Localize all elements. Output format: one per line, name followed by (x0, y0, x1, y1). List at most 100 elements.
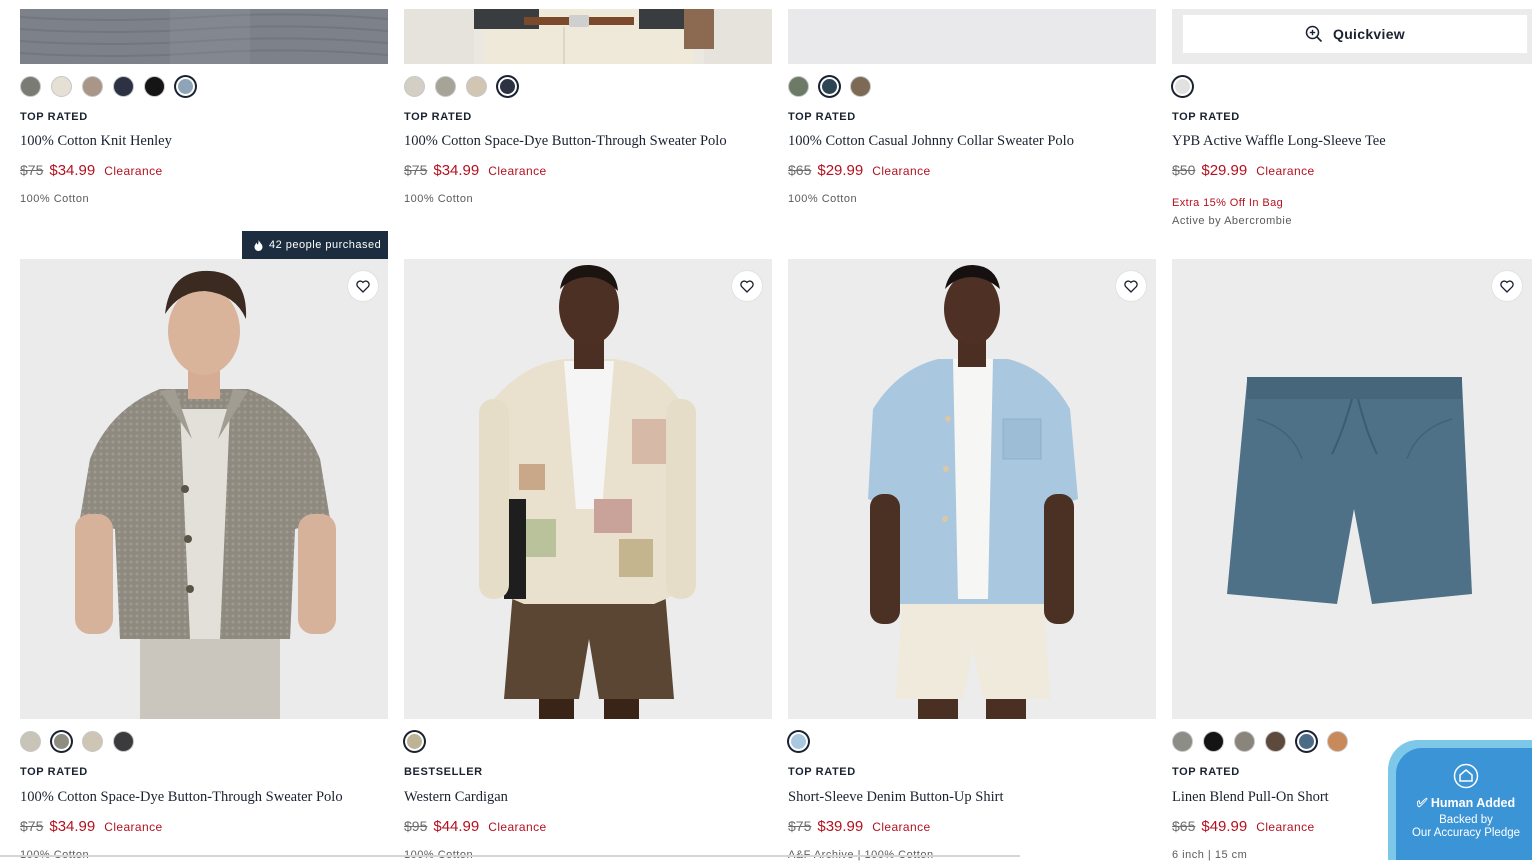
sale-price: $49.99 (1201, 818, 1248, 835)
clearance-label: Clearance (1256, 820, 1315, 834)
color-swatch[interactable] (466, 76, 487, 97)
product-badge: TOP RATED (20, 766, 88, 778)
color-swatches (788, 731, 809, 752)
color-swatches (20, 76, 196, 97)
product-badge: TOP RATED (20, 111, 88, 123)
product-image[interactable] (788, 9, 1156, 64)
original-price: $95 (404, 818, 428, 834)
color-swatch[interactable] (404, 76, 425, 97)
clearance-label: Clearance (1256, 164, 1315, 178)
product-image[interactable] (1172, 259, 1532, 719)
product-image[interactable] (404, 259, 772, 719)
original-price: $65 (1172, 818, 1196, 834)
product-image[interactable] (404, 9, 772, 64)
color-swatch[interactable] (850, 76, 871, 97)
product-badge: TOP RATED (1172, 111, 1240, 123)
check-circle-icon: ✅︎ (1416, 796, 1428, 810)
product-image[interactable] (20, 259, 388, 719)
product-name[interactable]: 100% Cotton Space-Dye Button-Through Swe… (404, 133, 727, 150)
price-row: $65 $29.99 Clearance (788, 162, 931, 179)
color-swatch[interactable] (82, 731, 103, 752)
product-badge: BESTSELLER (404, 766, 483, 778)
wishlist-button[interactable] (348, 271, 378, 301)
color-swatch[interactable] (788, 731, 809, 752)
product-badge: TOP RATED (404, 111, 472, 123)
clearance-label: Clearance (104, 164, 163, 178)
pledge-line-2: Our Accuracy Pledge (1411, 827, 1521, 839)
original-price: $75 (20, 818, 44, 834)
product-material: 100% Cotton (788, 193, 858, 205)
color-swatch[interactable] (788, 76, 809, 97)
zoom-in-icon (1305, 25, 1323, 43)
wishlist-button[interactable] (732, 271, 762, 301)
pledge-text: Backed by Our Accuracy Pledge (1396, 814, 1532, 840)
product-name[interactable]: YPB Active Waffle Long-Sleeve Tee (1172, 133, 1386, 150)
wishlist-button[interactable] (1492, 271, 1522, 301)
product-badge: TOP RATED (788, 111, 856, 123)
color-swatch[interactable] (144, 76, 165, 97)
product-badge: TOP RATED (1172, 766, 1240, 778)
color-swatch[interactable] (113, 731, 134, 752)
color-swatch[interactable] (1234, 731, 1255, 752)
color-swatch[interactable] (113, 76, 134, 97)
product-name[interactable]: Linen Blend Pull-On Short (1172, 789, 1329, 806)
color-swatch[interactable] (404, 731, 425, 752)
original-price: $65 (788, 162, 812, 178)
price-row: $65 $49.99 Clearance (1172, 818, 1315, 835)
pledge-title: Human Added (1430, 796, 1516, 810)
wishlist-button[interactable] (1116, 271, 1146, 301)
color-swatches (1172, 76, 1193, 97)
product-image[interactable] (788, 259, 1156, 719)
product-name[interactable]: 100% Cotton Casual Johnny Collar Sweater… (788, 133, 1074, 150)
price-row: $50 $29.99 Clearance (1172, 162, 1315, 179)
heart-icon (1124, 279, 1138, 293)
product-badge: TOP RATED (788, 766, 856, 778)
color-swatch[interactable] (20, 76, 41, 97)
color-swatch[interactable] (51, 731, 72, 752)
color-swatches (404, 76, 518, 97)
color-swatch[interactable] (1203, 731, 1224, 752)
sale-price: $34.99 (49, 818, 96, 835)
quickview-label: Quickview (1333, 26, 1405, 42)
color-swatches (404, 731, 425, 752)
color-swatches (20, 731, 134, 752)
pledge-line-1: Backed by (1439, 814, 1493, 826)
color-swatch[interactable] (819, 76, 840, 97)
color-swatch[interactable] (1172, 76, 1193, 97)
sale-price: $39.99 (817, 818, 864, 835)
sale-price: $34.99 (49, 162, 96, 179)
color-swatch[interactable] (1265, 731, 1286, 752)
accuracy-pledge-widget[interactable]: ✅︎ Human Added Backed by Our Accuracy Pl… (1396, 748, 1532, 860)
color-swatch[interactable] (51, 76, 72, 97)
price-row: $75 $34.99 Clearance (404, 162, 547, 179)
clearance-label: Clearance (872, 820, 931, 834)
heart-icon (740, 279, 754, 293)
color-swatch[interactable] (1172, 731, 1193, 752)
product-brand: Active by Abercrombie (1172, 215, 1292, 227)
sale-price: $29.99 (817, 162, 864, 179)
color-swatch[interactable] (1327, 731, 1348, 752)
product-image[interactable] (20, 9, 388, 64)
original-price: $75 (20, 162, 44, 178)
color-swatch[interactable] (175, 76, 196, 97)
color-swatch[interactable] (1296, 731, 1317, 752)
clearance-label: Clearance (488, 164, 547, 178)
product-name[interactable]: Western Cardigan (404, 789, 508, 806)
sale-price: $34.99 (433, 162, 480, 179)
pledge-title-row: ✅︎ Human Added (1396, 796, 1532, 811)
quickview-button[interactable]: Quickview (1182, 14, 1528, 54)
flame-icon (254, 239, 263, 251)
price-row: $75 $39.99 Clearance (788, 818, 931, 835)
original-price: $75 (404, 162, 428, 178)
product-name[interactable]: Short-Sleeve Denim Button-Up Shirt (788, 789, 1003, 806)
original-price: $75 (788, 818, 812, 834)
color-swatch[interactable] (435, 76, 456, 97)
color-swatch[interactable] (497, 76, 518, 97)
color-swatch[interactable] (20, 731, 41, 752)
pledge-shield-icon (1453, 763, 1479, 789)
product-name[interactable]: 100% Cotton Knit Henley (20, 133, 172, 150)
price-row: $75 $34.99 Clearance (20, 818, 163, 835)
purchase-count-badge: 42 people purchased (242, 231, 388, 259)
color-swatch[interactable] (82, 76, 103, 97)
product-name[interactable]: 100% Cotton Space-Dye Button-Through Swe… (20, 789, 343, 806)
